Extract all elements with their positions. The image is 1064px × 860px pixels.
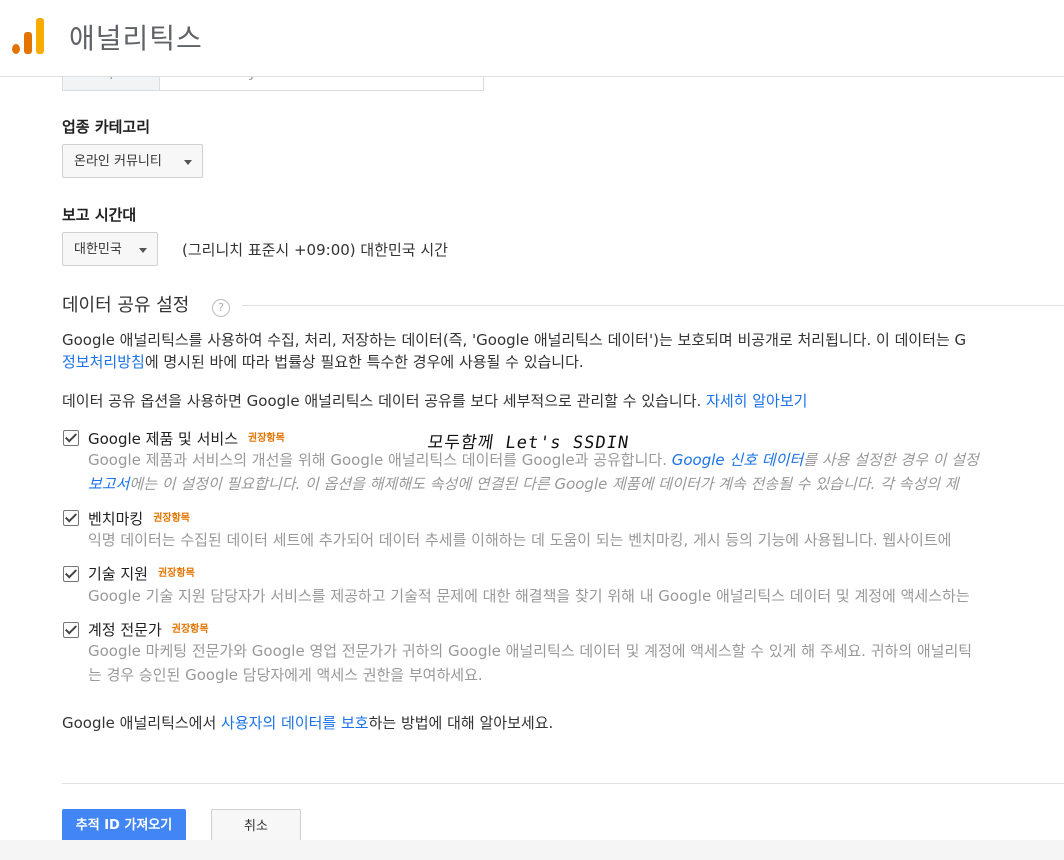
protect-text: Google 애널리틱스에서 xyxy=(62,714,222,732)
google-signals-link[interactable]: Google 신호 데이터 xyxy=(672,451,803,469)
option-google-products: Google 제품 및 서비스 권장항목 xyxy=(88,428,285,449)
chevron-down-icon xyxy=(139,248,147,253)
section-divider xyxy=(242,305,1064,306)
protect-text: 하는 방법에 대해 알아보세요. xyxy=(368,714,554,732)
option-label: 계정 전문가 xyxy=(88,621,162,639)
watermark-text: 모두함께 Let's SSDIN xyxy=(426,433,631,453)
option-description: 익명 데이터는 수집된 데이터 세트에 추가되어 데이터 추세를 이해하는 데 … xyxy=(88,531,952,549)
industry-selected: 온라인 커뮤니티 xyxy=(74,154,162,169)
recommended-badge: 권장항목 xyxy=(157,568,195,579)
options-note-text: 데이터 공유 옵션을 사용하면 Google 애널리틱스 데이터 공유를 보다 … xyxy=(62,392,707,410)
option-label: 기술 지원 xyxy=(88,565,148,583)
app-header: 애널리틱스 xyxy=(0,0,1064,77)
industry-label: 업종 카테고리 xyxy=(62,118,151,136)
sharing-options-note: 데이터 공유 옵션을 사용하면 Google 애널리틱스 데이터 공유를 보다 … xyxy=(62,390,807,412)
recommended-badge: 권장항목 xyxy=(153,513,191,524)
benchmarking-checkbox[interactable] xyxy=(63,510,79,526)
recommended-badge: 권장항목 xyxy=(248,433,285,444)
data-sharing-heading: 데이터 공유 설정 xyxy=(62,295,190,316)
option-benchmarking: 벤치마킹 권장항목 xyxy=(88,508,190,529)
timezone-country-dropdown[interactable]: 대한민국 xyxy=(62,232,158,266)
recommended-badge: 권장항목 xyxy=(171,624,209,635)
privacy-policy-link[interactable]: 정보처리방침 xyxy=(62,353,145,371)
checkmark-icon xyxy=(64,622,78,635)
google-products-checkbox[interactable] xyxy=(63,430,79,446)
data-protection-link[interactable]: 사용자의 데이터를 보호 xyxy=(221,714,369,732)
analytics-logo-icon[interactable] xyxy=(12,18,44,54)
option-description: Google 제품과 서비스의 개선을 위해 Google 애널리틱스 데이터를… xyxy=(88,448,979,496)
cancel-button[interactable]: 취소 xyxy=(211,809,301,843)
option-description: Google 마케팅 전문가와 Google 영업 전문가가 귀하의 Googl… xyxy=(88,639,972,687)
industry-dropdown[interactable]: 온라인 커뮤니티 xyxy=(62,144,203,178)
desc-text: 는 경우 승인된 Google 담당자에게 액세스 권한을 부여하세요. xyxy=(88,666,483,684)
option-account-specialist: 계정 전문가 권장항목 xyxy=(88,619,209,640)
footer-divider xyxy=(62,783,1064,784)
checkmark-icon xyxy=(64,510,78,523)
sharing-intro-line1: Google 애널리틱스를 사용하여 수집, 처리, 저장하는 데이터(즉, '… xyxy=(62,331,967,349)
chevron-down-icon xyxy=(184,160,192,165)
option-label: 벤치마킹 xyxy=(88,510,144,528)
timezone-label: 보고 시간대 xyxy=(62,206,137,224)
learn-more-link[interactable]: 자세히 알아보기 xyxy=(706,392,807,410)
report-link[interactable]: 보고서 xyxy=(88,475,129,493)
account-specialist-checkbox[interactable] xyxy=(63,622,79,638)
option-technical-support: 기술 지원 권장항목 xyxy=(88,563,195,584)
technical-support-checkbox[interactable] xyxy=(63,566,79,582)
timezone-description: (그리니치 표준시 +09:00) 대한민국 시간 xyxy=(182,241,448,259)
desc-text: 에는 이 설정이 필요합니다. 이 옵션을 해제해도 속성에 연결된 다른 Go… xyxy=(129,475,959,493)
desc-text: Google 제품과 서비스의 개선을 위해 Google 애널리틱스 데이터를… xyxy=(88,451,672,469)
option-description: Google 기술 지원 담당자가 서비스를 제공하고 기술적 문제에 대한 해… xyxy=(88,587,970,605)
option-label: Google 제품 및 서비스 xyxy=(88,430,239,448)
page-bottom-strip xyxy=(0,840,1064,860)
app-title: 애널리틱스 xyxy=(69,22,203,55)
sharing-intro: Google 애널리틱스를 사용하여 수집, 처리, 저장하는 데이터(즉, '… xyxy=(62,329,966,373)
checkmark-icon xyxy=(64,566,78,579)
get-tracking-id-button[interactable]: 추적 ID 가져오기 xyxy=(62,809,186,843)
data-protection-note: Google 애널리틱스에서 사용자의 데이터를 보호하는 방법에 대해 알아보… xyxy=(62,712,553,734)
timezone-country-selected: 대한민국 xyxy=(74,242,122,257)
sharing-intro-line2: 에 명시된 바에 따라 법률상 필요한 특수한 경우에 사용될 수 있습니다. xyxy=(144,353,584,371)
checkmark-icon xyxy=(64,430,78,443)
help-icon[interactable]: ? xyxy=(212,299,230,317)
desc-text: Google 마케팅 전문가와 Google 영업 전문가가 귀하의 Googl… xyxy=(88,642,973,660)
desc-text: 를 사용 설정한 경우 이 설정 xyxy=(803,451,979,469)
